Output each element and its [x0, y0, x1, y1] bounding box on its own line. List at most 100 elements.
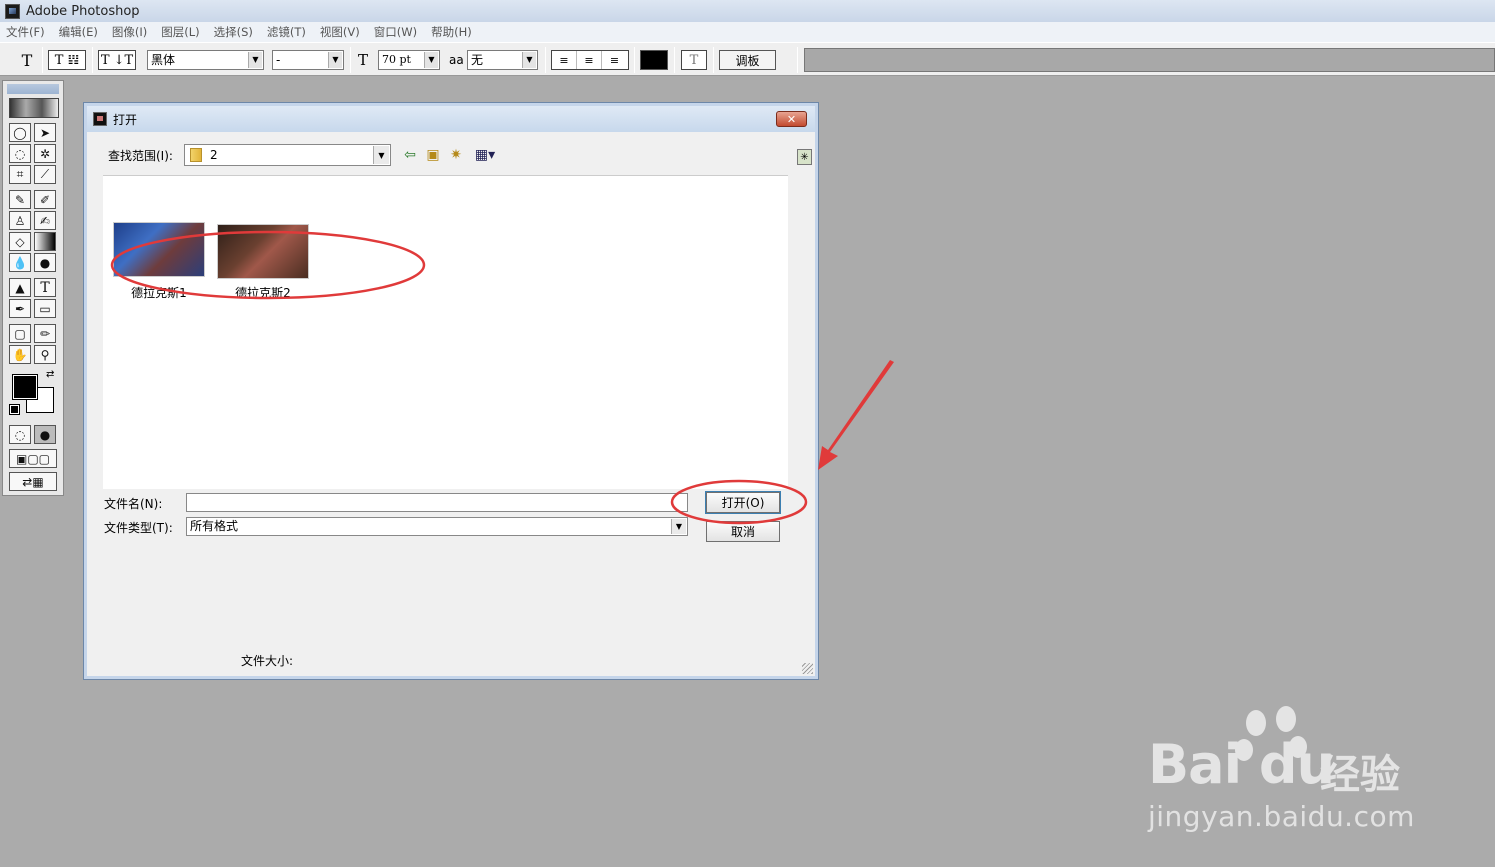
font-style-select[interactable]: - ▼	[272, 50, 344, 70]
blur-tool-icon[interactable]: 💧	[9, 253, 31, 272]
separator	[545, 47, 546, 73]
chevron-down-icon: ▼	[424, 52, 438, 68]
chevron-down-icon: ▼	[522, 52, 536, 68]
text-color-swatch[interactable]	[640, 50, 668, 70]
thumbnail-drax-2[interactable]	[217, 224, 309, 279]
marquee-tool-icon[interactable]: ◯	[9, 123, 31, 142]
palette-well	[804, 48, 1495, 72]
new-folder-icon[interactable]: ✷	[447, 146, 465, 164]
look-in-select[interactable]: 2 ▼	[184, 144, 391, 166]
notes-tool-icon[interactable]: ▢	[9, 324, 31, 343]
menu-help[interactable]: 帮助(H)	[431, 24, 472, 40]
back-icon[interactable]: ⇦	[402, 146, 418, 164]
dialog-titlebar[interactable]: 打开 ✕	[87, 106, 815, 132]
arrow-annotation	[818, 360, 894, 470]
path-selection-tool-icon[interactable]: ▲	[9, 278, 31, 297]
text-align-group: ≡ ≡ ≡	[551, 50, 629, 70]
type-tool-icon[interactable]: T	[16, 50, 38, 70]
dodge-tool-icon[interactable]: ●	[34, 253, 56, 272]
resize-grip-icon[interactable]	[802, 663, 813, 674]
photoshop-logo	[9, 98, 59, 118]
align-center-icon[interactable]: ≡	[577, 51, 602, 69]
anti-alias-select[interactable]: 无 ▼	[467, 50, 538, 70]
photoshop-app-icon	[5, 3, 20, 19]
menu-bar: 文件(F) 编辑(E) 图像(I) 图层(L) 选择(S) 滤镜(T) 视图(V…	[0, 22, 1495, 42]
filename-label: 文件名(N):	[104, 497, 163, 511]
font-style-value: -	[276, 53, 281, 67]
chevron-down-icon: ▼	[671, 519, 686, 534]
brush-tool-icon[interactable]: ✐	[34, 190, 56, 209]
toolbox-header[interactable]	[7, 84, 59, 94]
palettes-button[interactable]: 调板	[719, 50, 776, 70]
filetype-label: 文件类型(T):	[104, 521, 173, 535]
menu-edit[interactable]: 编辑(E)	[59, 24, 98, 40]
lasso-tool-icon[interactable]: ◌	[9, 144, 31, 163]
type-tool-icon[interactable]: T	[34, 278, 56, 297]
rectangle-tool-icon[interactable]: ▭	[34, 299, 56, 318]
menu-image[interactable]: 图像(I)	[112, 24, 147, 40]
history-brush-tool-icon[interactable]: ✍	[34, 211, 56, 230]
standard-mode-icon[interactable]: ◌	[9, 425, 31, 444]
filetype-select[interactable]: 所有格式 ▼	[186, 517, 688, 536]
jump-to-imageready-icon[interactable]: ⇄▦	[9, 472, 57, 491]
photoshop-icon	[93, 112, 107, 126]
menu-file[interactable]: 文件(F)	[6, 24, 45, 40]
type-mode-button[interactable]: T 𝍒	[48, 50, 86, 70]
zoom-tool-icon[interactable]: ⚲	[34, 345, 56, 364]
file-name-1[interactable]: 德拉克斯1	[109, 284, 209, 301]
watermark-cn: 经验	[1320, 752, 1400, 798]
slice-tool-icon[interactable]: ⟋	[34, 165, 56, 184]
up-folder-icon[interactable]: ▣	[424, 146, 442, 164]
separator	[92, 47, 93, 73]
view-menu-icon[interactable]: ▦▾	[470, 146, 500, 164]
quick-mask-mode-icon[interactable]: ●	[34, 425, 56, 444]
menu-view[interactable]: 视图(V)	[320, 24, 360, 40]
magic-wand-tool-icon[interactable]: ✲	[34, 144, 56, 163]
menu-filter[interactable]: 滤镜(T)	[267, 24, 306, 40]
healing-brush-tool-icon[interactable]: ✎	[9, 190, 31, 209]
menu-select[interactable]: 选择(S)	[214, 24, 253, 40]
close-button[interactable]: ✕	[776, 111, 807, 127]
foreground-color-swatch[interactable]	[12, 374, 38, 400]
eyedropper-tool-icon[interactable]: ✏	[34, 324, 56, 343]
open-button[interactable]: 打开(O)	[705, 491, 781, 514]
dialog-title: 打开	[113, 112, 138, 127]
eraser-tool-icon[interactable]: ◇	[9, 232, 31, 251]
swap-colors-icon[interactable]: ⇄	[46, 369, 54, 380]
clone-stamp-tool-icon[interactable]: ♙	[9, 211, 31, 230]
text-orientation-button[interactable]: T ↓T	[98, 50, 136, 70]
crop-tool-icon[interactable]: ⌗	[9, 165, 31, 184]
align-right-icon[interactable]: ≡	[602, 51, 627, 69]
app-titlebar: Adobe Photoshop	[0, 0, 1495, 22]
screen-mode-icon[interactable]: ▣▢▢	[9, 449, 57, 468]
chevron-down-icon: ▼	[373, 146, 389, 164]
font-family-value: 黑体	[151, 53, 176, 67]
menu-layer[interactable]: 图层(L)	[161, 24, 199, 40]
align-left-icon[interactable]: ≡	[552, 51, 577, 69]
chevron-down-icon: ▼	[328, 52, 342, 68]
pen-tool-icon[interactable]: ✒	[9, 299, 31, 318]
move-tool-icon[interactable]: ➤	[34, 123, 56, 142]
preview-toggle-icon[interactable]: ✳	[797, 149, 812, 165]
menu-window[interactable]: 窗口(W)	[374, 24, 417, 40]
watermark-brand: Bai du	[1148, 733, 1335, 796]
font-size-select[interactable]: 70 pt ▼	[378, 50, 440, 70]
chevron-down-icon: ▼	[248, 52, 262, 68]
thumbnail-drax-1[interactable]	[113, 222, 205, 277]
look-in-value: 2	[210, 148, 218, 162]
file-name-2[interactable]: 德拉克斯2	[213, 284, 313, 301]
font-family-select[interactable]: 黑体 ▼	[147, 50, 264, 70]
filename-field[interactable]	[186, 493, 688, 512]
separator	[42, 47, 43, 73]
separator	[713, 47, 714, 73]
cancel-button[interactable]: 取消	[706, 521, 780, 542]
hand-tool-icon[interactable]: ✋	[9, 345, 31, 364]
folder-icon	[190, 148, 202, 162]
options-bar: T T 𝍒 T ↓T 黑体 ▼ - ▼ T 70 pt ▼ aa 无 ▼ ≡ ≡…	[0, 42, 1495, 76]
toolbox: ◯ ➤ ◌ ✲ ⌗ ⟋ ✎ ✐ ♙ ✍ ◇ 💧 ● ▲ T ✒ ▭ ▢ ✏ ✋ …	[2, 80, 64, 496]
file-list: 德拉克斯1 德拉克斯2	[103, 175, 788, 489]
warp-text-icon[interactable]: T	[681, 50, 707, 70]
gradient-tool-icon[interactable]	[34, 232, 56, 251]
default-colors-icon[interactable]	[9, 404, 20, 415]
font-size-value: 70 pt	[382, 53, 411, 66]
